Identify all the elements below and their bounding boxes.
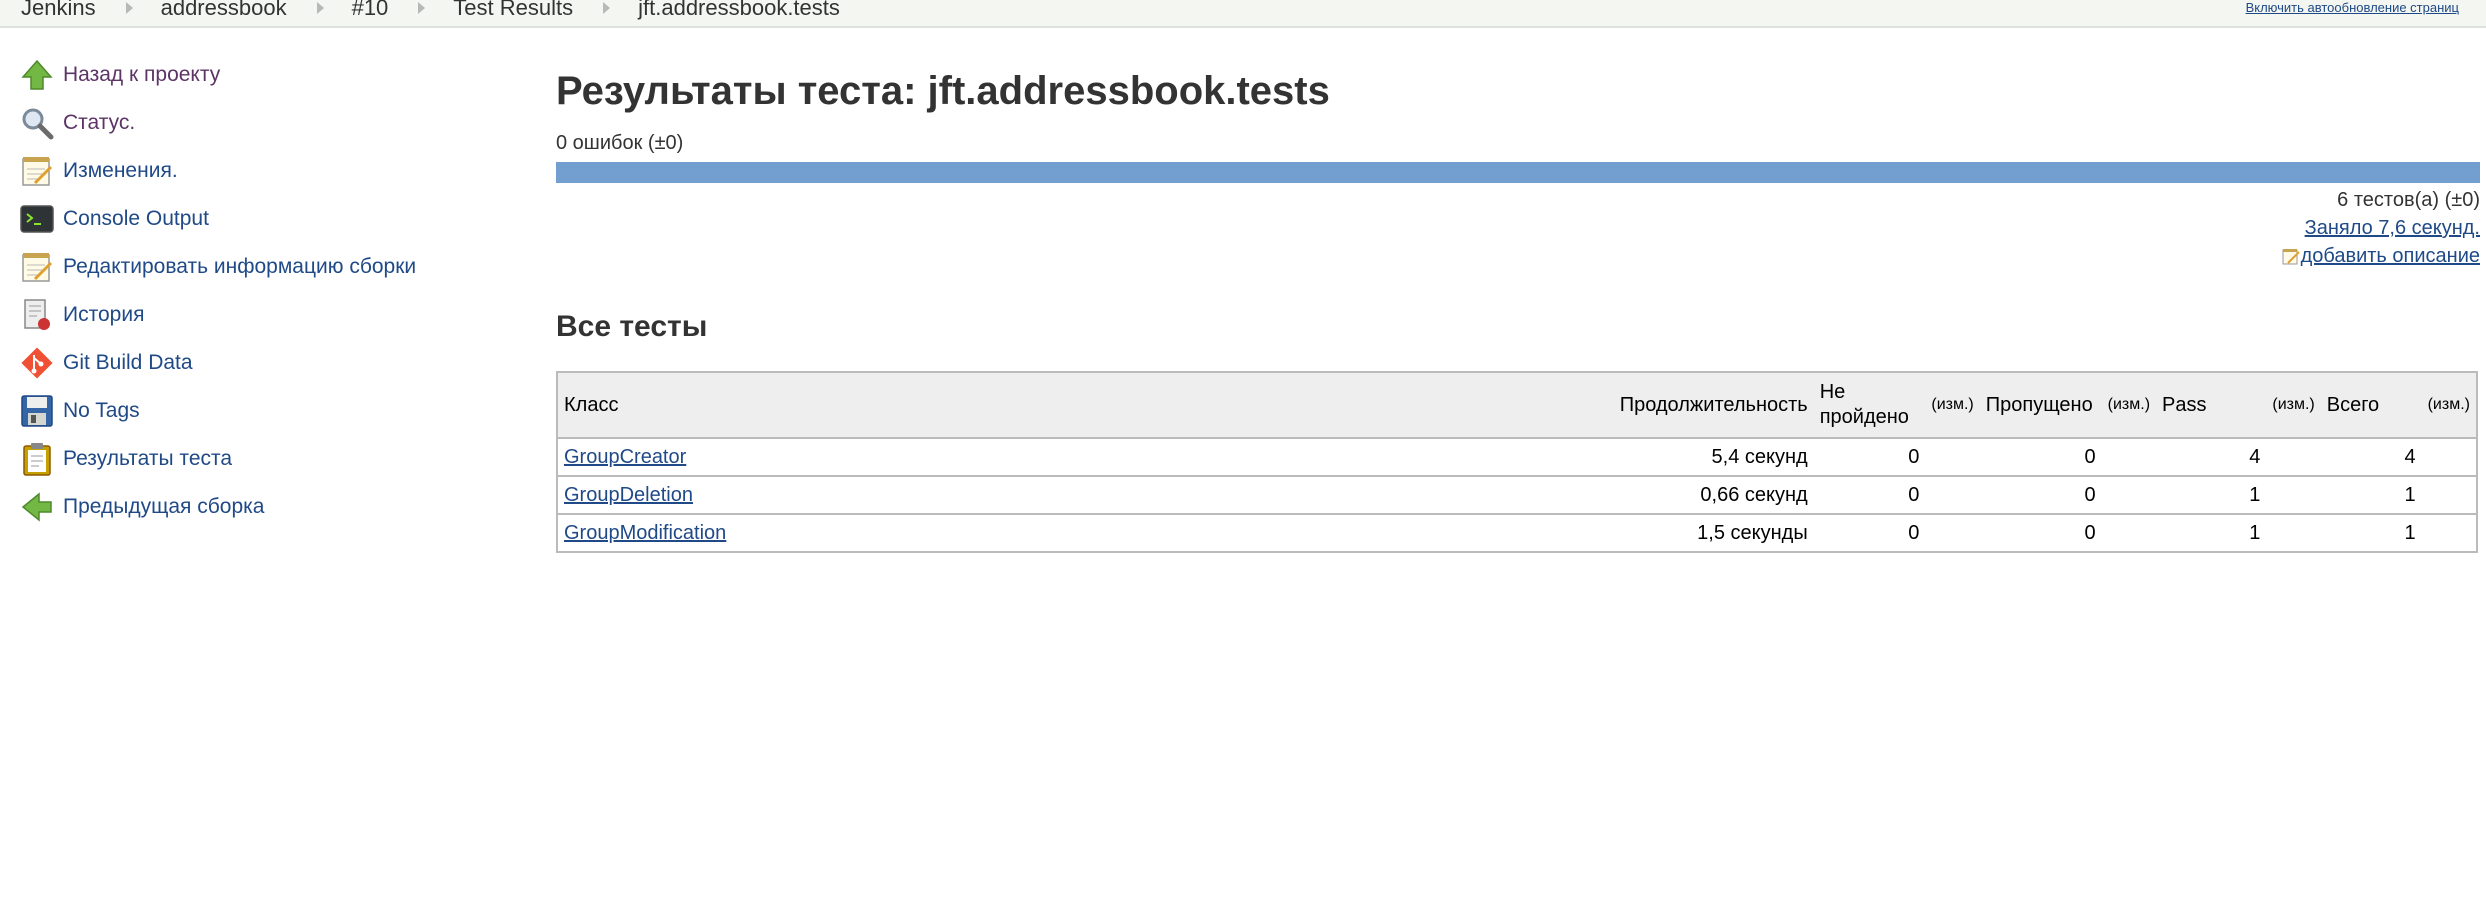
skipped-cell: 0	[1979, 475, 2102, 514]
breadcrumb-separator-icon	[418, 2, 426, 14]
column-header-skipped[interactable]: Пропущено	[1979, 372, 2102, 438]
failed-diff-cell	[1925, 513, 1980, 552]
total-cell: 1	[2320, 513, 2422, 552]
class-link-group-deletion[interactable]: GroupDeletion	[564, 484, 693, 506]
floppy-icon	[19, 393, 55, 429]
sidebar-item-edit-build-info[interactable]: Редактировать информацию сборки	[19, 243, 489, 291]
breadcrumb-jenkins[interactable]: Jenkins	[21, 0, 96, 21]
sidebar: Назад к проекту Статус. Изменения. Conso…	[19, 51, 489, 531]
skipped-cell: 0	[1979, 437, 2102, 476]
sidebar-item-label: Console Output	[63, 207, 209, 230]
failed-cell: 0	[1813, 475, 1926, 514]
breadcrumb-package[interactable]: jft.addressbook.tests	[638, 0, 840, 21]
sidebar-item-label: Назад к проекту	[63, 63, 221, 86]
class-link-group-creator[interactable]: GroupCreator	[564, 446, 686, 468]
pass-diff-cell	[2266, 437, 2321, 476]
pass-cell: 1	[2156, 475, 2267, 514]
table-row: GroupModification 1,5 секунды 0 0 1 1	[557, 513, 2477, 552]
duration-cell: 1,5 секунды	[1596, 513, 1814, 552]
pass-diff-cell	[2266, 475, 2321, 514]
class-link-group-modification[interactable]: GroupModification	[564, 522, 726, 544]
total-cell: 4	[2320, 437, 2422, 476]
total-diff-cell	[2421, 513, 2477, 552]
sidebar-item-back-to-project[interactable]: Назад к проекту	[19, 51, 489, 99]
column-header-pass[interactable]: Pass	[2156, 372, 2267, 438]
up-arrow-icon	[19, 57, 55, 93]
column-header-failed[interactable]: Не пройдено	[1813, 372, 1926, 438]
sidebar-item-label: Git Build Data	[63, 351, 193, 374]
breadcrumb-test-results[interactable]: Test Results	[453, 0, 573, 21]
column-header-skipped-diff[interactable]: (изм.)	[2101, 372, 2157, 438]
breadcrumb-build[interactable]: #10	[352, 0, 389, 21]
sidebar-item-label: Статус.	[63, 111, 136, 134]
sidebar-item-no-tags[interactable]: No Tags	[19, 387, 489, 435]
table-header-row: Класс Продолжительность Не пройдено (изм…	[557, 372, 2477, 438]
auto-refresh-link[interactable]: Включить автообновление страниц	[2246, 0, 2459, 15]
skipped-cell: 0	[1979, 513, 2102, 552]
pass-cell: 1	[2156, 513, 2267, 552]
duration-cell: 5,4 секунд	[1596, 437, 1814, 476]
total-cell: 1	[2320, 475, 2422, 514]
test-results-table: Класс Продолжительность Не пройдено (изм…	[556, 371, 2478, 553]
sidebar-item-label: No Tags	[63, 399, 140, 422]
breadcrumb-separator-icon	[316, 2, 324, 14]
git-icon	[19, 345, 55, 381]
add-description-link[interactable]: добавить описание	[2301, 245, 2480, 267]
column-header-pass-diff[interactable]: (изм.)	[2266, 372, 2321, 438]
skipped-diff-cell	[2101, 513, 2157, 552]
test-summary: 6 тестов(а) (±0) Заняло 7,6 секунд. доба…	[2282, 186, 2480, 270]
failure-count: 0 ошибок (±0)	[556, 132, 684, 154]
main-content: Результаты теста: jft.addressbook.tests …	[556, 56, 2480, 553]
pass-progress-bar	[556, 162, 2480, 183]
duration-cell: 0,66 секунд	[1596, 475, 1814, 514]
duration-link[interactable]: Заняло 7,6 секунд.	[2305, 217, 2480, 239]
sidebar-item-status[interactable]: Статус.	[19, 99, 489, 147]
failed-cell: 0	[1813, 437, 1926, 476]
notepad-icon	[19, 249, 55, 285]
sidebar-item-previous-build[interactable]: Предыдущая сборка	[19, 483, 489, 531]
skipped-diff-cell	[2101, 475, 2157, 514]
terminal-icon	[19, 201, 55, 237]
tests-count: 6 тестов(а) (±0)	[2337, 189, 2480, 211]
table-row: GroupDeletion 0,66 секунд 0 0 1 1	[557, 475, 2477, 514]
pass-cell: 4	[2156, 437, 2267, 476]
total-diff-cell	[2421, 437, 2477, 476]
column-header-duration[interactable]: Продолжительность	[1596, 372, 1814, 438]
sidebar-item-label: Результаты теста	[63, 447, 233, 470]
sidebar-item-label: Изменения.	[63, 159, 178, 182]
sidebar-item-test-results[interactable]: Результаты теста	[19, 435, 489, 483]
breadcrumb-bar: Jenkins addressbook #10 Test Results jft…	[0, 0, 2486, 28]
breadcrumb-separator-icon	[125, 2, 133, 14]
edit-description-icon[interactable]	[2282, 245, 2300, 265]
page-title: Результаты теста: jft.addressbook.tests	[556, 69, 1330, 113]
left-arrow-icon	[19, 489, 55, 525]
sidebar-item-label: Редактировать информацию сборки	[63, 255, 417, 278]
sidebar-item-console-output[interactable]: Console Output	[19, 195, 489, 243]
column-header-class[interactable]: Класс	[557, 372, 1597, 438]
pass-diff-cell	[2266, 513, 2321, 552]
table-row: GroupCreator 5,4 секунд 0 0 4 4	[557, 437, 2477, 476]
sidebar-item-git-build-data[interactable]: Git Build Data	[19, 339, 489, 387]
sidebar-item-label: Предыдущая сборка	[63, 495, 265, 518]
breadcrumb-separator-icon	[603, 2, 611, 14]
failed-diff-cell	[1925, 437, 1980, 476]
breadcrumb-project[interactable]: addressbook	[161, 0, 287, 21]
all-tests-heading: Все тесты	[556, 310, 708, 343]
column-header-total[interactable]: Всего	[2320, 372, 2422, 438]
notepad-icon	[19, 153, 55, 189]
column-header-failed-diff[interactable]: (изм.)	[1925, 372, 1980, 438]
failed-diff-cell	[1925, 475, 1980, 514]
column-header-total-diff[interactable]: (изм.)	[2421, 372, 2477, 438]
sidebar-item-history[interactable]: История	[19, 291, 489, 339]
failed-cell: 0	[1813, 513, 1926, 552]
skipped-diff-cell	[2101, 437, 2157, 476]
sidebar-item-label: История	[63, 303, 145, 326]
breadcrumb: Jenkins addressbook #10 Test Results jft…	[21, 0, 840, 21]
total-diff-cell	[2421, 475, 2477, 514]
sidebar-item-changes[interactable]: Изменения.	[19, 147, 489, 195]
history-icon	[19, 297, 55, 333]
clipboard-icon	[19, 441, 55, 477]
magnifier-icon	[19, 105, 55, 141]
